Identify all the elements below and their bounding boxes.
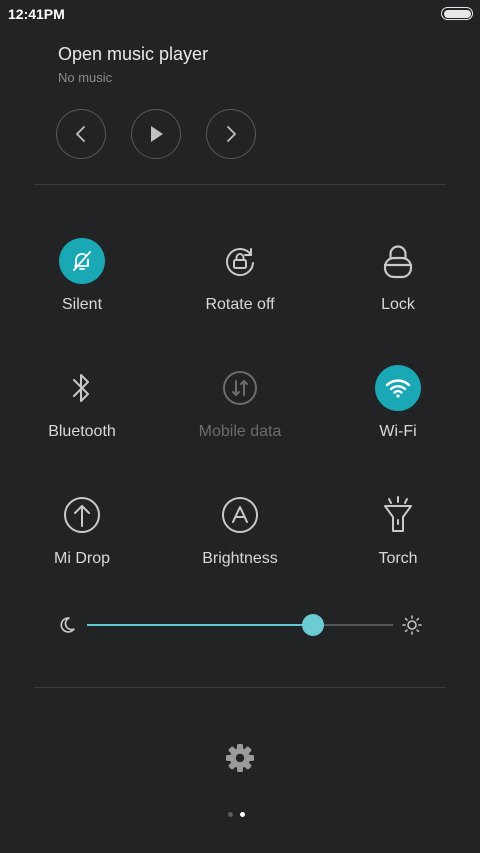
torch-toggle[interactable] bbox=[375, 492, 421, 538]
next-icon bbox=[227, 126, 236, 142]
lock-icon bbox=[383, 245, 413, 279]
bluetooth-icon bbox=[73, 374, 89, 402]
silent-toggle[interactable] bbox=[59, 238, 105, 284]
mobile-data-icon bbox=[223, 371, 257, 405]
lock-toggle[interactable] bbox=[375, 238, 421, 284]
slider-fill bbox=[87, 624, 314, 626]
previous-icon bbox=[76, 126, 85, 142]
quick-settings-panel: 12:41PM Open music player No music Silen… bbox=[0, 0, 480, 853]
next-button[interactable] bbox=[206, 109, 256, 159]
page-indicator bbox=[228, 812, 245, 817]
slider-track[interactable] bbox=[87, 614, 393, 636]
brightness-slider[interactable] bbox=[56, 610, 428, 640]
tile-label: Mobile data bbox=[198, 423, 282, 440]
auto-brightness-icon bbox=[222, 497, 258, 533]
previous-button[interactable] bbox=[56, 109, 106, 159]
moon-icon bbox=[60, 617, 75, 633]
tile-wifi[interactable]: Wi-Fi bbox=[323, 365, 473, 465]
settings-gear-icon[interactable] bbox=[224, 742, 256, 774]
music-title[interactable]: Open music player bbox=[58, 44, 208, 65]
play-button[interactable] bbox=[131, 109, 181, 159]
page-dot bbox=[228, 812, 233, 817]
tile-label: Bluetooth bbox=[48, 423, 116, 440]
page-dot bbox=[240, 812, 245, 817]
upload-icon bbox=[64, 497, 100, 533]
slider-thumb[interactable] bbox=[302, 614, 325, 636]
tile-bluetooth[interactable]: Bluetooth bbox=[7, 365, 157, 465]
tile-torch[interactable]: Torch bbox=[323, 492, 473, 592]
tile-label: Torch bbox=[378, 550, 418, 567]
tile-mobile-data[interactable]: Mobile data bbox=[165, 365, 315, 465]
sun-icon bbox=[402, 615, 422, 635]
tile-label: Mi Drop bbox=[53, 550, 110, 567]
divider-top bbox=[34, 184, 446, 185]
battery-icon bbox=[441, 7, 473, 20]
music-subtitle: No music bbox=[58, 70, 113, 85]
tile-lock[interactable]: Lock bbox=[323, 238, 473, 338]
wifi-icon bbox=[385, 379, 411, 398]
status-time: 12:41PM bbox=[8, 6, 65, 22]
tile-brightness[interactable]: Brightness bbox=[165, 492, 315, 592]
tile-label: Lock bbox=[381, 296, 415, 313]
rotate-toggle[interactable] bbox=[217, 238, 263, 284]
torch-icon bbox=[384, 496, 412, 532]
brightness-toggle[interactable] bbox=[217, 492, 263, 538]
mi-drop-toggle[interactable] bbox=[59, 492, 105, 538]
tile-label: Wi-Fi bbox=[379, 423, 417, 440]
bluetooth-toggle[interactable] bbox=[59, 365, 105, 411]
tile-label: Brightness bbox=[202, 550, 278, 567]
status-bar: 12:41PM bbox=[0, 0, 480, 28]
tile-rotate[interactable]: Rotate off bbox=[165, 238, 315, 338]
rotate-lock-icon bbox=[226, 248, 254, 276]
wifi-toggle[interactable] bbox=[375, 365, 421, 411]
tile-label: Rotate off bbox=[205, 296, 275, 313]
play-icon bbox=[151, 126, 163, 142]
divider-bottom bbox=[34, 687, 446, 688]
tile-silent[interactable]: Silent bbox=[7, 238, 157, 338]
tile-mi-drop[interactable]: Mi Drop bbox=[7, 492, 157, 592]
tile-label: Silent bbox=[61, 296, 103, 313]
mobile-data-toggle[interactable] bbox=[217, 365, 263, 411]
bell-off-icon bbox=[73, 251, 91, 271]
